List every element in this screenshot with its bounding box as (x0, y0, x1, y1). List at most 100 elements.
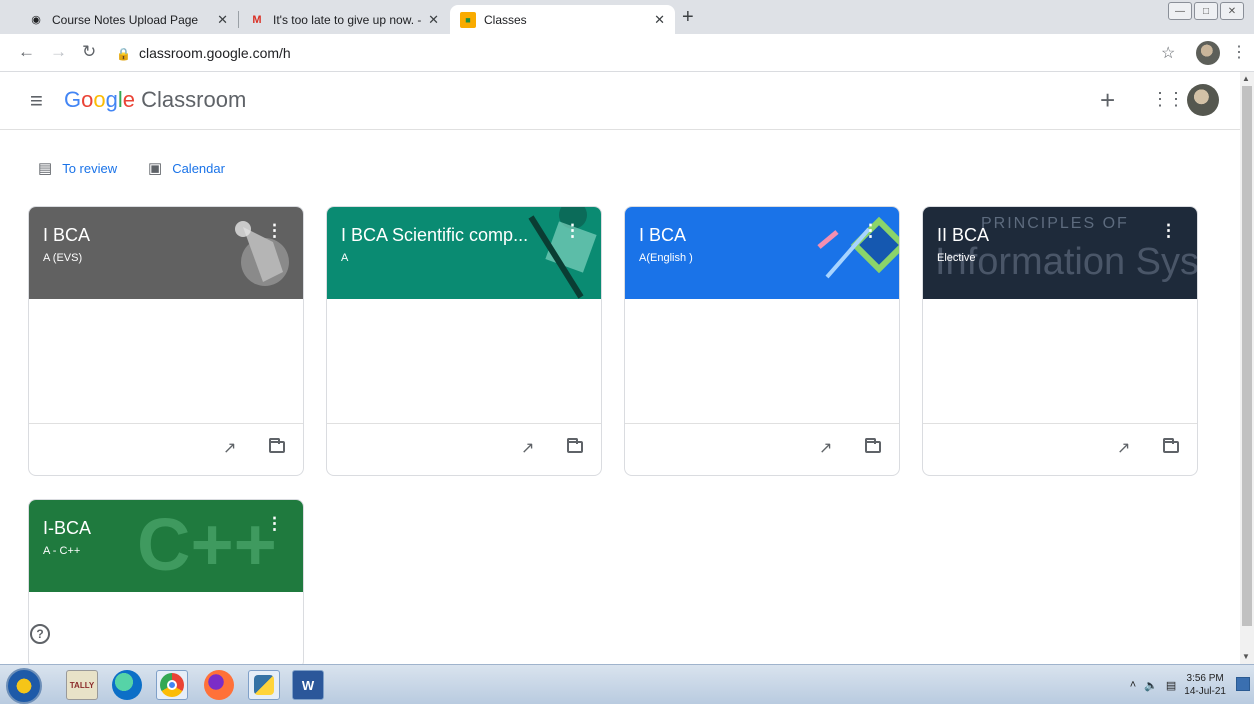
class-title[interactable]: I BCA (639, 225, 686, 246)
address-bar: ← → ↻ 🔒 classroom.google.com/h ☆ ⋮ (0, 34, 1254, 72)
trending-up-icon[interactable]: ↗ (1117, 438, 1130, 458)
to-review-label: To review (62, 160, 118, 176)
app-header: ≡ Google Classroom + ⋮⋮⋮ (0, 72, 1240, 130)
tab-gmail[interactable]: M It's too late to give up now. - mjssal… (239, 5, 449, 34)
class-title[interactable]: I-BCA (43, 518, 91, 539)
class-section: A (EVS) (43, 252, 83, 264)
banner-text-big: C++ (137, 503, 277, 586)
start-button[interactable] (6, 668, 42, 704)
main-menu-icon[interactable]: ≡ (30, 88, 43, 114)
to-review-link[interactable]: ▤ To review (38, 159, 117, 177)
banner-text-top: PRINCIPLES OF (981, 215, 1129, 232)
browser-menu-icon[interactable]: ⋮ (1231, 42, 1247, 62)
account-avatar[interactable] (1187, 84, 1219, 116)
tab-title: Classes (484, 12, 527, 27)
tab-course-notes[interactable]: ◉ Course Notes Upload Page ✕ (18, 5, 238, 34)
class-card[interactable]: I BCA A (EVS) ⋮ ↗ (28, 206, 304, 476)
lock-icon: 🔒 (116, 47, 131, 61)
page-scrollbar[interactable]: ▲ ▼ (1240, 72, 1254, 664)
app-logo[interactable]: Google Classroom (64, 87, 246, 113)
firefox-icon[interactable] (204, 670, 234, 700)
card-footer: ↗ (625, 423, 899, 475)
back-arrow-icon[interactable]: ← (18, 42, 35, 62)
show-desktop-button[interactable] (1236, 677, 1250, 691)
class-title[interactable]: II BCA (937, 225, 989, 246)
tally-erp-icon[interactable]: TALLY (66, 670, 98, 700)
class-title[interactable]: I BCA (43, 225, 90, 246)
tray-expand-icon[interactable]: ˄ (1130, 679, 1136, 691)
trending-up-icon[interactable]: ↗ (521, 438, 534, 458)
class-card[interactable]: PRINCIPLES OF Information Sys II BCA Ele… (922, 206, 1198, 476)
windows-taskbar: TALLY W ˄ 🔈 ▤ 3:56 PM 14-Jul-21 (0, 664, 1254, 704)
clock[interactable]: 3:56 PM 14-Jul-21 (1184, 672, 1226, 698)
google-wordmark: Google (64, 87, 136, 112)
network-icon[interactable]: ▤ (1166, 679, 1176, 692)
volume-icon[interactable]: 🔈 (1144, 679, 1158, 692)
card-footer: ↗ (29, 423, 303, 475)
class-banner[interactable]: I BCA A(English ) ⋮ (625, 207, 899, 299)
edge-icon[interactable] (112, 670, 142, 700)
class-banner[interactable]: PRINCIPLES OF Information Sys II BCA Ele… (923, 207, 1197, 299)
close-icon[interactable]: ✕ (654, 12, 665, 28)
chrome-icon[interactable] (156, 670, 188, 700)
class-menu-icon[interactable]: ⋮ (266, 221, 283, 241)
tab-title: It's too late to give up now. - mjssal (273, 12, 422, 27)
clock-date: 14-Jul-21 (1184, 686, 1226, 697)
class-banner[interactable]: C++ I-BCA A - C++ ⋮ (29, 500, 303, 592)
add-class-button[interactable]: + (1100, 85, 1115, 116)
card-footer: ↗ (923, 423, 1197, 475)
word-icon[interactable]: W (292, 670, 324, 700)
new-tab-button[interactable]: + (682, 6, 694, 29)
banner-illustration (528, 207, 597, 299)
calendar-link[interactable]: ▣ Calendar (148, 159, 225, 177)
minimize-button[interactable]: — (1168, 2, 1192, 20)
url-field[interactable]: 🔒 classroom.google.com/h (116, 45, 291, 61)
scroll-down-icon[interactable]: ▼ (1242, 652, 1250, 661)
forward-arrow-icon[interactable]: → (50, 42, 67, 62)
python-icon[interactable] (248, 670, 280, 700)
window-controls: — □ ✕ (1168, 2, 1244, 20)
maximize-button[interactable]: □ (1194, 2, 1218, 20)
folder-icon[interactable] (1163, 438, 1179, 453)
calendar-icon: ▣ (148, 160, 163, 177)
class-menu-icon[interactable]: ⋮ (1160, 221, 1177, 241)
classroom-icon: ■ (460, 11, 476, 28)
scroll-thumb[interactable] (1242, 86, 1252, 626)
scroll-up-icon[interactable]: ▲ (1242, 74, 1250, 83)
class-card[interactable]: C++ I-BCA A - C++ ⋮ (28, 499, 304, 669)
globe-icon: ◉ (31, 14, 41, 26)
product-name: Classroom (141, 87, 247, 112)
class-menu-icon[interactable]: ⋮ (862, 221, 879, 241)
folder-icon[interactable] (567, 438, 583, 453)
close-icon[interactable]: ✕ (428, 12, 439, 28)
class-card[interactable]: I BCA A(English ) ⋮ ↗ (624, 206, 900, 476)
clock-time: 3:56 PM (1186, 673, 1224, 684)
folder-icon[interactable] (269, 438, 285, 453)
close-window-button[interactable]: ✕ (1220, 2, 1244, 20)
close-icon[interactable]: ✕ (217, 12, 228, 28)
reload-icon[interactable]: ↻ (82, 42, 96, 62)
trending-up-icon[interactable]: ↗ (223, 438, 236, 458)
tab-classes[interactable]: ■ Classes ✕ (450, 5, 675, 34)
tab-title: Course Notes Upload Page (52, 12, 199, 27)
class-section: Elective (937, 252, 976, 264)
class-section: A(English ) (639, 252, 693, 264)
bookmark-star-icon[interactable]: ☆ (1161, 43, 1175, 63)
class-section: A - C++ (43, 545, 81, 557)
class-title[interactable]: I BCA Scientific comp... (341, 225, 528, 246)
inbox-icon: ▤ (38, 160, 53, 177)
help-icon[interactable]: ? (30, 624, 50, 644)
class-menu-icon[interactable]: ⋮ (564, 221, 581, 241)
gmail-icon: M (252, 13, 262, 26)
class-menu-icon[interactable]: ⋮ (266, 514, 283, 534)
class-card[interactable]: I BCA Scientific comp... A ⋮ ↗ (326, 206, 602, 476)
class-banner[interactable]: I BCA A (EVS) ⋮ (29, 207, 303, 299)
trending-up-icon[interactable]: ↗ (819, 438, 832, 458)
browser-tab-bar: ◉ Course Notes Upload Page ✕ M It's too … (0, 0, 1254, 34)
calendar-label: Calendar (172, 160, 225, 176)
profile-avatar[interactable] (1196, 41, 1220, 65)
class-banner[interactable]: I BCA Scientific comp... A ⋮ (327, 207, 601, 299)
url-text: classroom.google.com/h (138, 45, 291, 61)
system-tray: ˄ 🔈 ▤ 3:56 PM 14-Jul-21 (1130, 671, 1226, 699)
folder-icon[interactable] (865, 438, 881, 453)
